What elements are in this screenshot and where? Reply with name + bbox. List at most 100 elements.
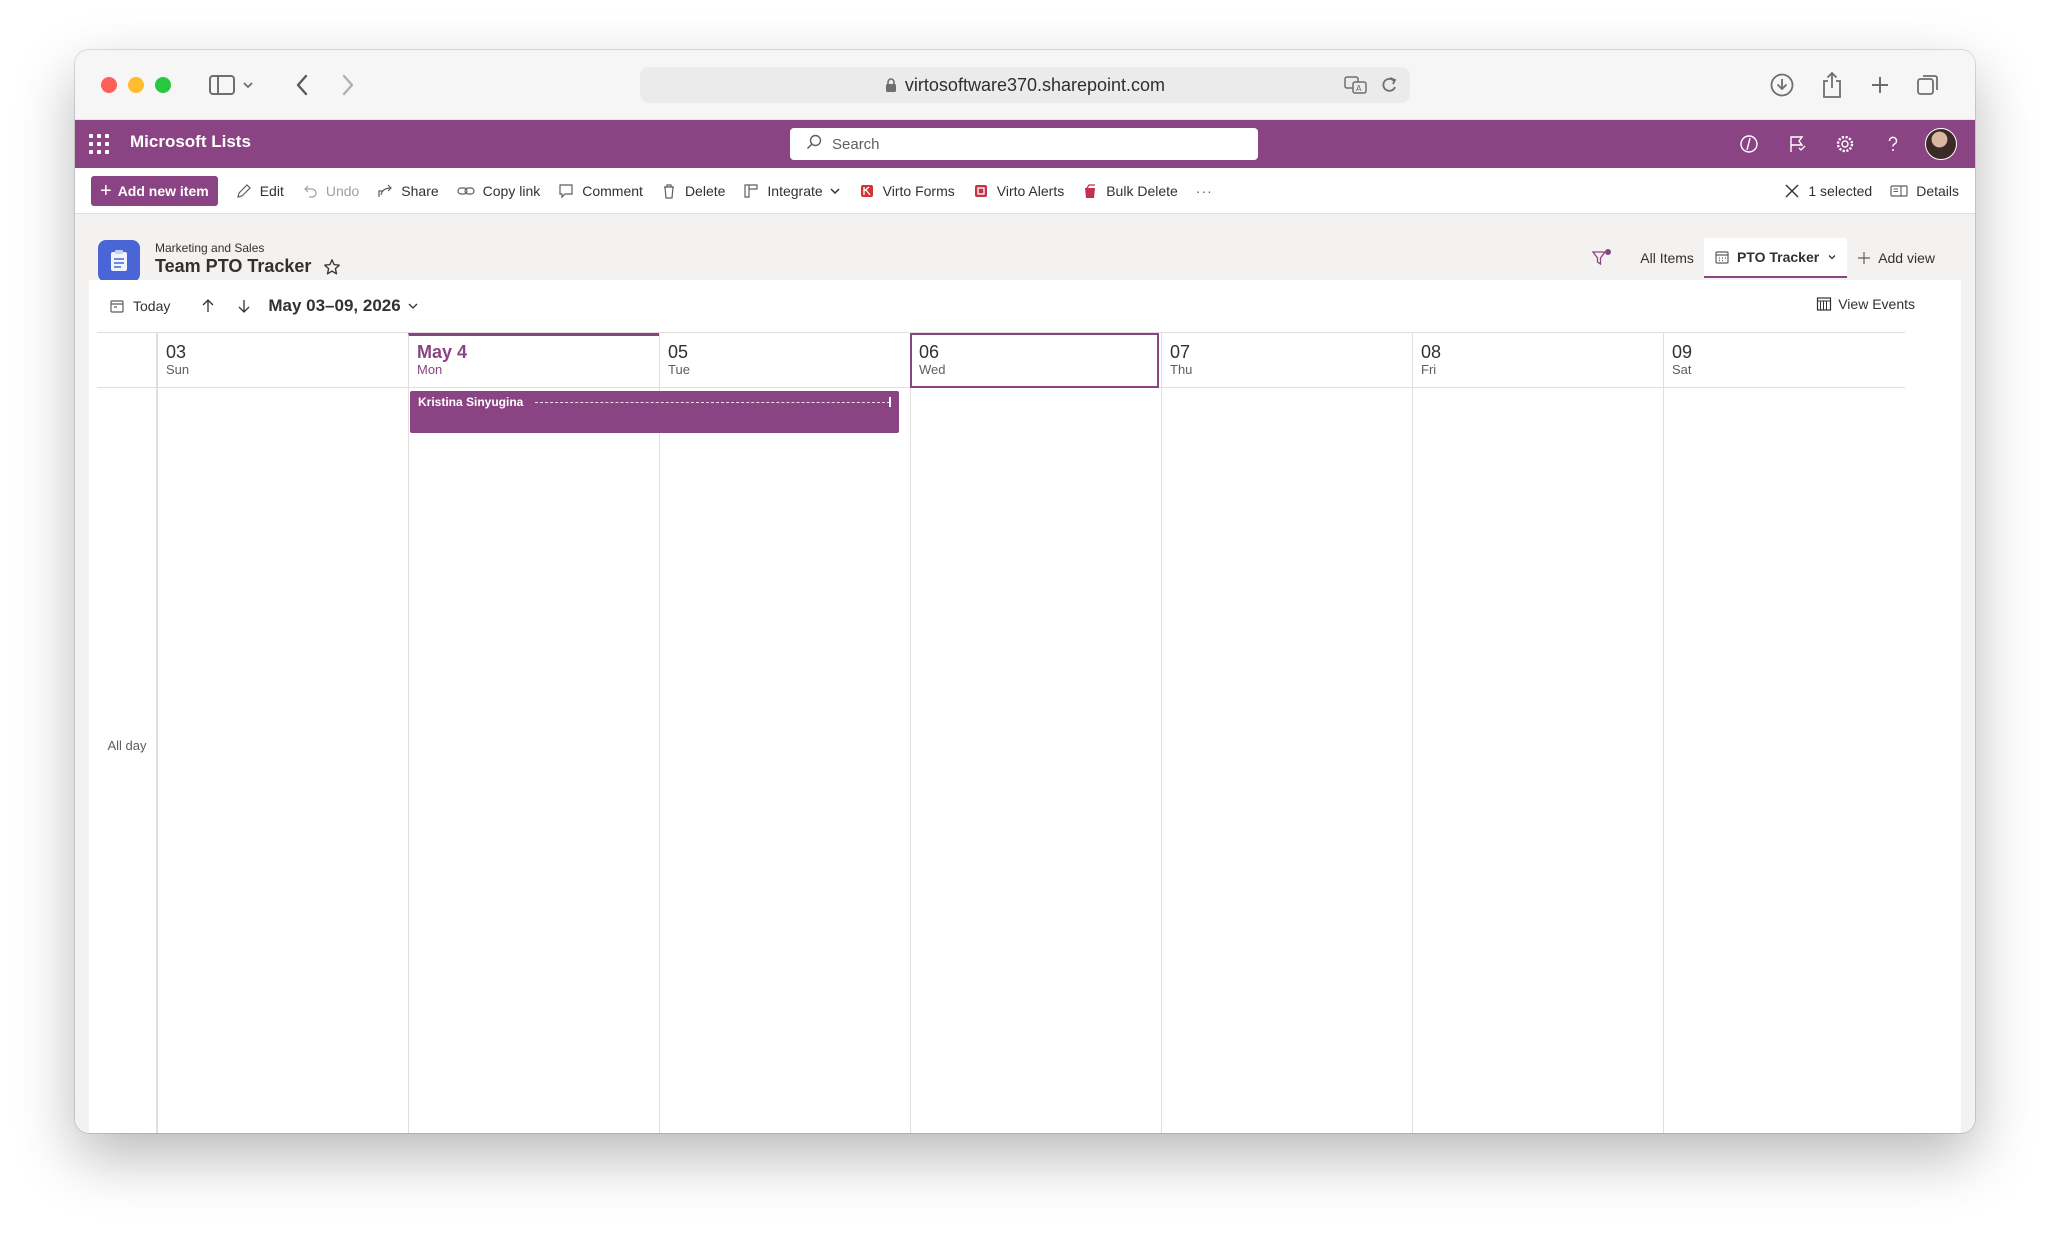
filter-icon bbox=[1591, 249, 1612, 266]
edit-label: Edit bbox=[259, 182, 284, 199]
day-cell-fri[interactable] bbox=[1412, 388, 1663, 1133]
view-all-items[interactable]: All Items bbox=[1630, 238, 1704, 278]
day-number: 07 bbox=[1170, 342, 1191, 362]
date-range-picker[interactable]: May 03–09, 2026 bbox=[268, 296, 418, 316]
day-cell-mon[interactable] bbox=[408, 388, 659, 1133]
delete-button[interactable]: Delete bbox=[653, 176, 735, 206]
chevron-down-icon bbox=[408, 303, 418, 309]
day-name: Thu bbox=[1170, 362, 1193, 377]
app-launcher-icon[interactable] bbox=[89, 134, 109, 154]
back-icon[interactable] bbox=[287, 70, 317, 100]
command-bar: + Add new item Edit Undo Share Copy link… bbox=[75, 168, 1975, 214]
bulk-delete-label: Bulk Delete bbox=[1106, 182, 1178, 199]
virto-alerts-button[interactable]: Virto Alerts bbox=[965, 176, 1074, 206]
link-icon bbox=[457, 186, 475, 195]
day-header-wed-selected[interactable]: 06 Wed bbox=[910, 333, 1159, 388]
next-week-button[interactable] bbox=[236, 298, 252, 314]
app-name[interactable]: Microsoft Lists bbox=[130, 132, 251, 152]
forward-icon[interactable] bbox=[333, 70, 363, 100]
calendar-today-icon bbox=[110, 300, 124, 313]
copy-link-button[interactable]: Copy link bbox=[449, 176, 551, 206]
day-header-fri[interactable]: 08 Fri bbox=[1412, 333, 1663, 388]
day-number: May 4 bbox=[417, 342, 468, 362]
virto-forms-label: Virto Forms bbox=[882, 182, 955, 199]
sidebar-toggle-icon[interactable] bbox=[205, 70, 259, 100]
undo-label: Undo bbox=[325, 182, 360, 199]
comment-label: Comment bbox=[582, 182, 643, 199]
share-icon[interactable] bbox=[1815, 70, 1849, 100]
list-title: Team PTO Tracker bbox=[155, 256, 312, 276]
chevron-down-icon bbox=[1828, 255, 1836, 260]
delete-label: Delete bbox=[684, 182, 726, 199]
bulk-delete-button[interactable]: Bulk Delete bbox=[1074, 176, 1188, 206]
share-button[interactable]: Share bbox=[369, 176, 448, 206]
add-new-item-label: Add new item bbox=[117, 182, 209, 199]
virto-forms-icon bbox=[860, 184, 873, 197]
feedback-icon[interactable] bbox=[1773, 127, 1821, 161]
day-header-sat[interactable]: 09 Sat bbox=[1663, 333, 1905, 388]
integrate-button[interactable]: Integrate bbox=[735, 176, 850, 206]
settings-gear-icon[interactable] bbox=[1821, 127, 1869, 161]
list-icon bbox=[98, 240, 140, 282]
pencil-icon bbox=[236, 183, 251, 198]
close-window-button[interactable] bbox=[101, 77, 117, 93]
virto-forms-button[interactable]: Virto Forms bbox=[851, 176, 965, 206]
all-day-grid: All day Kristina Sinyugina bbox=[97, 388, 1905, 1133]
translate-icon[interactable]: A bbox=[1344, 75, 1368, 100]
bulk-delete-icon bbox=[1085, 183, 1096, 198]
maximize-window-button[interactable] bbox=[155, 77, 171, 93]
downloads-icon[interactable] bbox=[1765, 70, 1799, 100]
chevron-down-icon bbox=[830, 187, 840, 194]
new-tab-icon[interactable] bbox=[1863, 70, 1897, 100]
today-button[interactable]: Today bbox=[109, 298, 170, 314]
day-number: 03 bbox=[166, 342, 187, 362]
tab-overview-icon[interactable] bbox=[1911, 70, 1945, 100]
day-cell-thu[interactable] bbox=[1161, 388, 1412, 1133]
edit-button[interactable]: Edit bbox=[228, 176, 294, 206]
day-cell-sun[interactable] bbox=[157, 388, 408, 1133]
virto-alerts-label: Virto Alerts bbox=[996, 182, 1065, 199]
add-new-item-button[interactable]: + Add new item bbox=[91, 175, 218, 206]
details-pane-icon bbox=[1890, 185, 1908, 197]
view-events-button[interactable]: View Events bbox=[1816, 296, 1915, 312]
favorite-star-icon[interactable] bbox=[323, 258, 341, 276]
clear-selection-button[interactable]: 1 selected bbox=[1776, 176, 1882, 206]
undo-button[interactable]: Undo bbox=[294, 176, 369, 206]
filter-button[interactable] bbox=[1581, 238, 1630, 278]
day-cell-sat[interactable] bbox=[1663, 388, 1905, 1133]
dev-mode-icon[interactable] bbox=[1725, 127, 1773, 161]
day-name: Sat bbox=[1672, 362, 1692, 377]
day-number: 09 bbox=[1672, 342, 1693, 362]
calendar-event[interactable]: Kristina Sinyugina bbox=[410, 391, 899, 433]
view-pto-tracker[interactable]: PTO Tracker bbox=[1703, 238, 1848, 278]
day-cell-tue[interactable] bbox=[659, 388, 910, 1133]
day-cell-wed[interactable] bbox=[910, 388, 1161, 1133]
svg-text:A: A bbox=[1356, 84, 1362, 93]
user-avatar[interactable] bbox=[1917, 127, 1965, 161]
arrow-up-icon bbox=[202, 299, 214, 312]
previous-week-button[interactable] bbox=[200, 298, 216, 314]
add-view-button[interactable]: Add view bbox=[1847, 238, 1945, 278]
minimize-window-button[interactable] bbox=[128, 77, 144, 93]
more-commands-button[interactable]: ··· bbox=[1188, 176, 1223, 206]
current-view-label: PTO Tracker bbox=[1736, 249, 1820, 265]
site-name[interactable]: Marketing and Sales bbox=[155, 241, 264, 255]
day-header-thu[interactable]: 07 Thu bbox=[1161, 333, 1412, 388]
day-number: 05 bbox=[668, 342, 689, 362]
day-header-tue[interactable]: 05 Tue bbox=[659, 333, 910, 388]
comment-button[interactable]: Comment bbox=[550, 176, 653, 206]
details-label: Details bbox=[1916, 183, 1959, 199]
day-header-sun[interactable]: 03 Sun bbox=[157, 333, 408, 388]
reload-icon[interactable] bbox=[1380, 75, 1398, 100]
day-name: Tue bbox=[668, 362, 690, 377]
share-arrow-icon bbox=[378, 184, 393, 197]
day-number: 06 bbox=[919, 342, 940, 362]
day-name: Wed bbox=[919, 362, 946, 377]
help-icon[interactable] bbox=[1869, 127, 1917, 161]
address-bar[interactable]: virtosoftware370.sharepoint.com A bbox=[640, 67, 1410, 103]
search-box[interactable]: Search bbox=[790, 128, 1258, 160]
day-name: Sun bbox=[166, 362, 190, 377]
details-button[interactable]: Details bbox=[1882, 176, 1975, 206]
list-title-row: Team PTO Tracker bbox=[155, 256, 341, 277]
day-header-mon-today[interactable]: May 4 Mon bbox=[408, 333, 659, 388]
